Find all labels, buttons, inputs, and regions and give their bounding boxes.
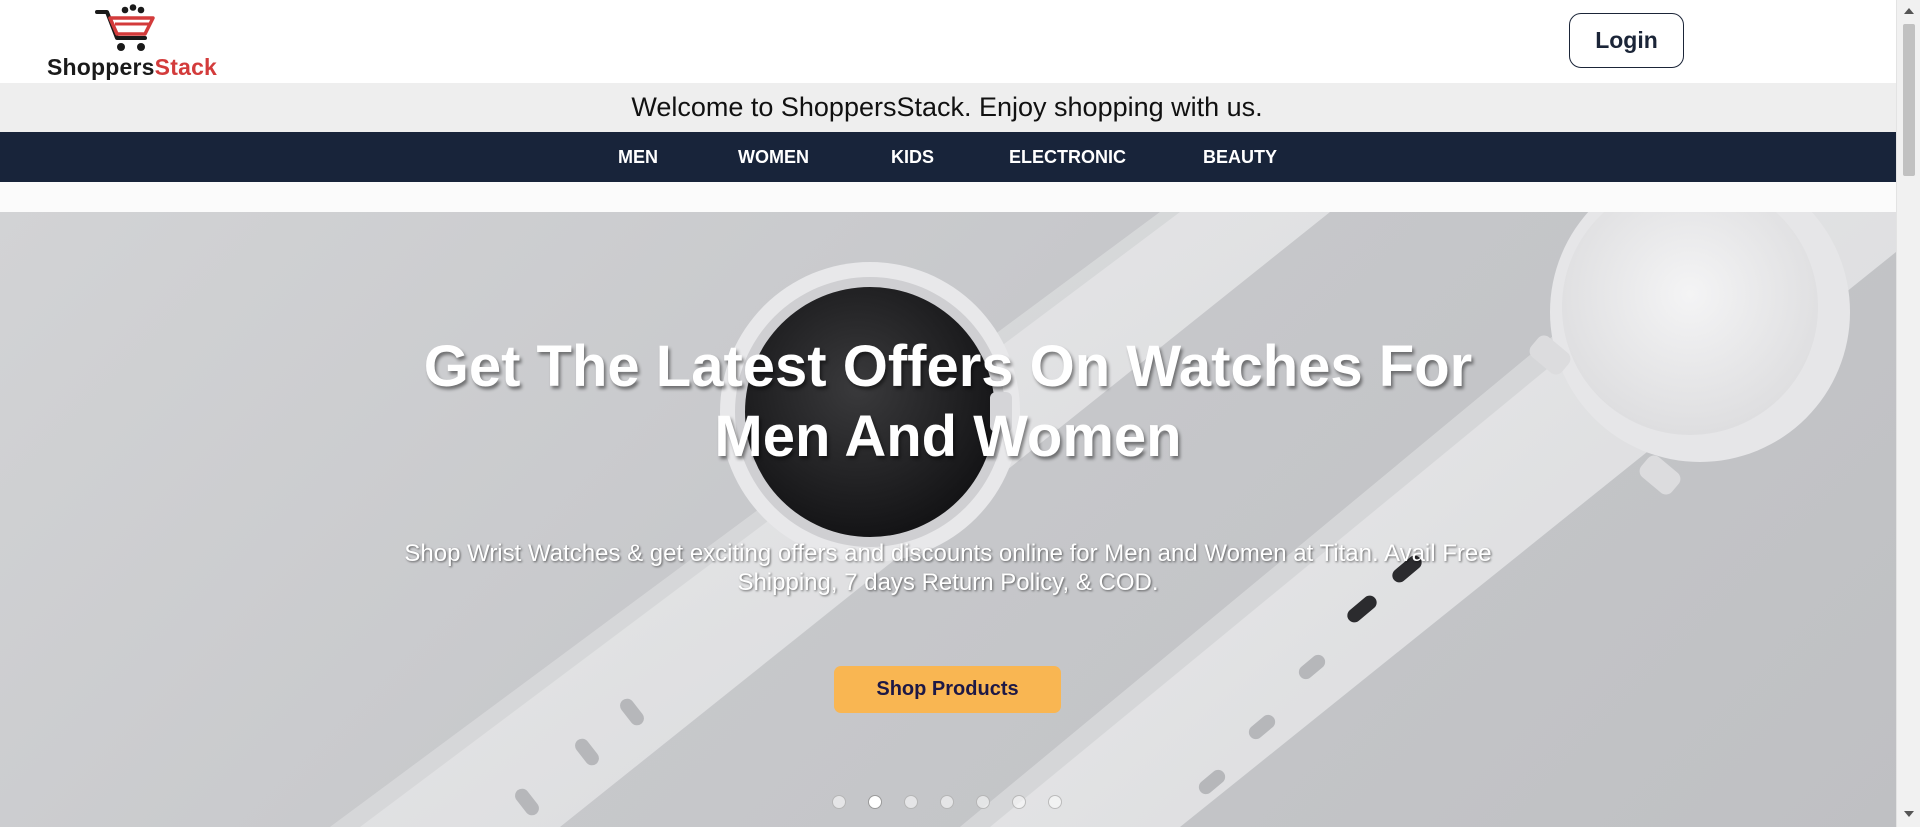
page-scrollbar[interactable] [1896, 0, 1920, 827]
carousel-dot-7[interactable] [1048, 795, 1062, 809]
shopping-cart-icon [95, 4, 155, 51]
scroll-down-icon[interactable] [1904, 811, 1914, 817]
category-nav: MEN WOMEN KIDS ELECTRONIC BEAUTY [0, 132, 1896, 182]
hero-subtitle: Shop Wrist Watches & get exciting offers… [404, 540, 1492, 596]
carousel-dot-1[interactable] [832, 795, 846, 809]
welcome-bar: Welcome to ShoppersStack. Enjoy shopping… [0, 83, 1896, 132]
nav-item-men[interactable]: MEN [618, 132, 658, 182]
page: ShoppersStack Login Welcome to ShoppersS… [0, 0, 1920, 827]
top-header: ShoppersStack Login [0, 0, 1896, 83]
hero-watch-image [330, 212, 1896, 827]
nav-item-women[interactable]: WOMEN [738, 132, 809, 182]
logo-text: ShoppersStack [47, 54, 217, 81]
carousel-dot-4[interactable] [940, 795, 954, 809]
hero-title: Get The Latest Offers On Watches For Men… [423, 334, 1473, 469]
logo[interactable]: ShoppersStack [44, 4, 234, 80]
logo-text-accent: Stack [154, 54, 218, 80]
nav-item-beauty[interactable]: BEAUTY [1203, 132, 1277, 182]
carousel-dot-3[interactable] [904, 795, 918, 809]
welcome-text: Welcome to ShoppersStack. Enjoy shopping… [631, 92, 1263, 122]
scroll-thumb[interactable] [1903, 24, 1915, 176]
carousel-dot-6[interactable] [1012, 795, 1026, 809]
login-button[interactable]: Login [1569, 13, 1684, 68]
scroll-up-icon[interactable] [1904, 8, 1914, 14]
carousel-dot-2[interactable] [868, 795, 882, 809]
nav-item-electronic[interactable]: ELECTRONIC [1009, 132, 1126, 182]
spacer-band [0, 182, 1896, 212]
shop-products-button[interactable]: Shop Products [834, 666, 1061, 713]
carousel-dots [832, 795, 1062, 811]
hero-banner: Get The Latest Offers On Watches For Men… [0, 212, 1896, 827]
carousel-dot-5[interactable] [976, 795, 990, 809]
nav-item-kids[interactable]: KIDS [891, 132, 934, 182]
logo-text-primary: Shoppers [47, 54, 155, 80]
